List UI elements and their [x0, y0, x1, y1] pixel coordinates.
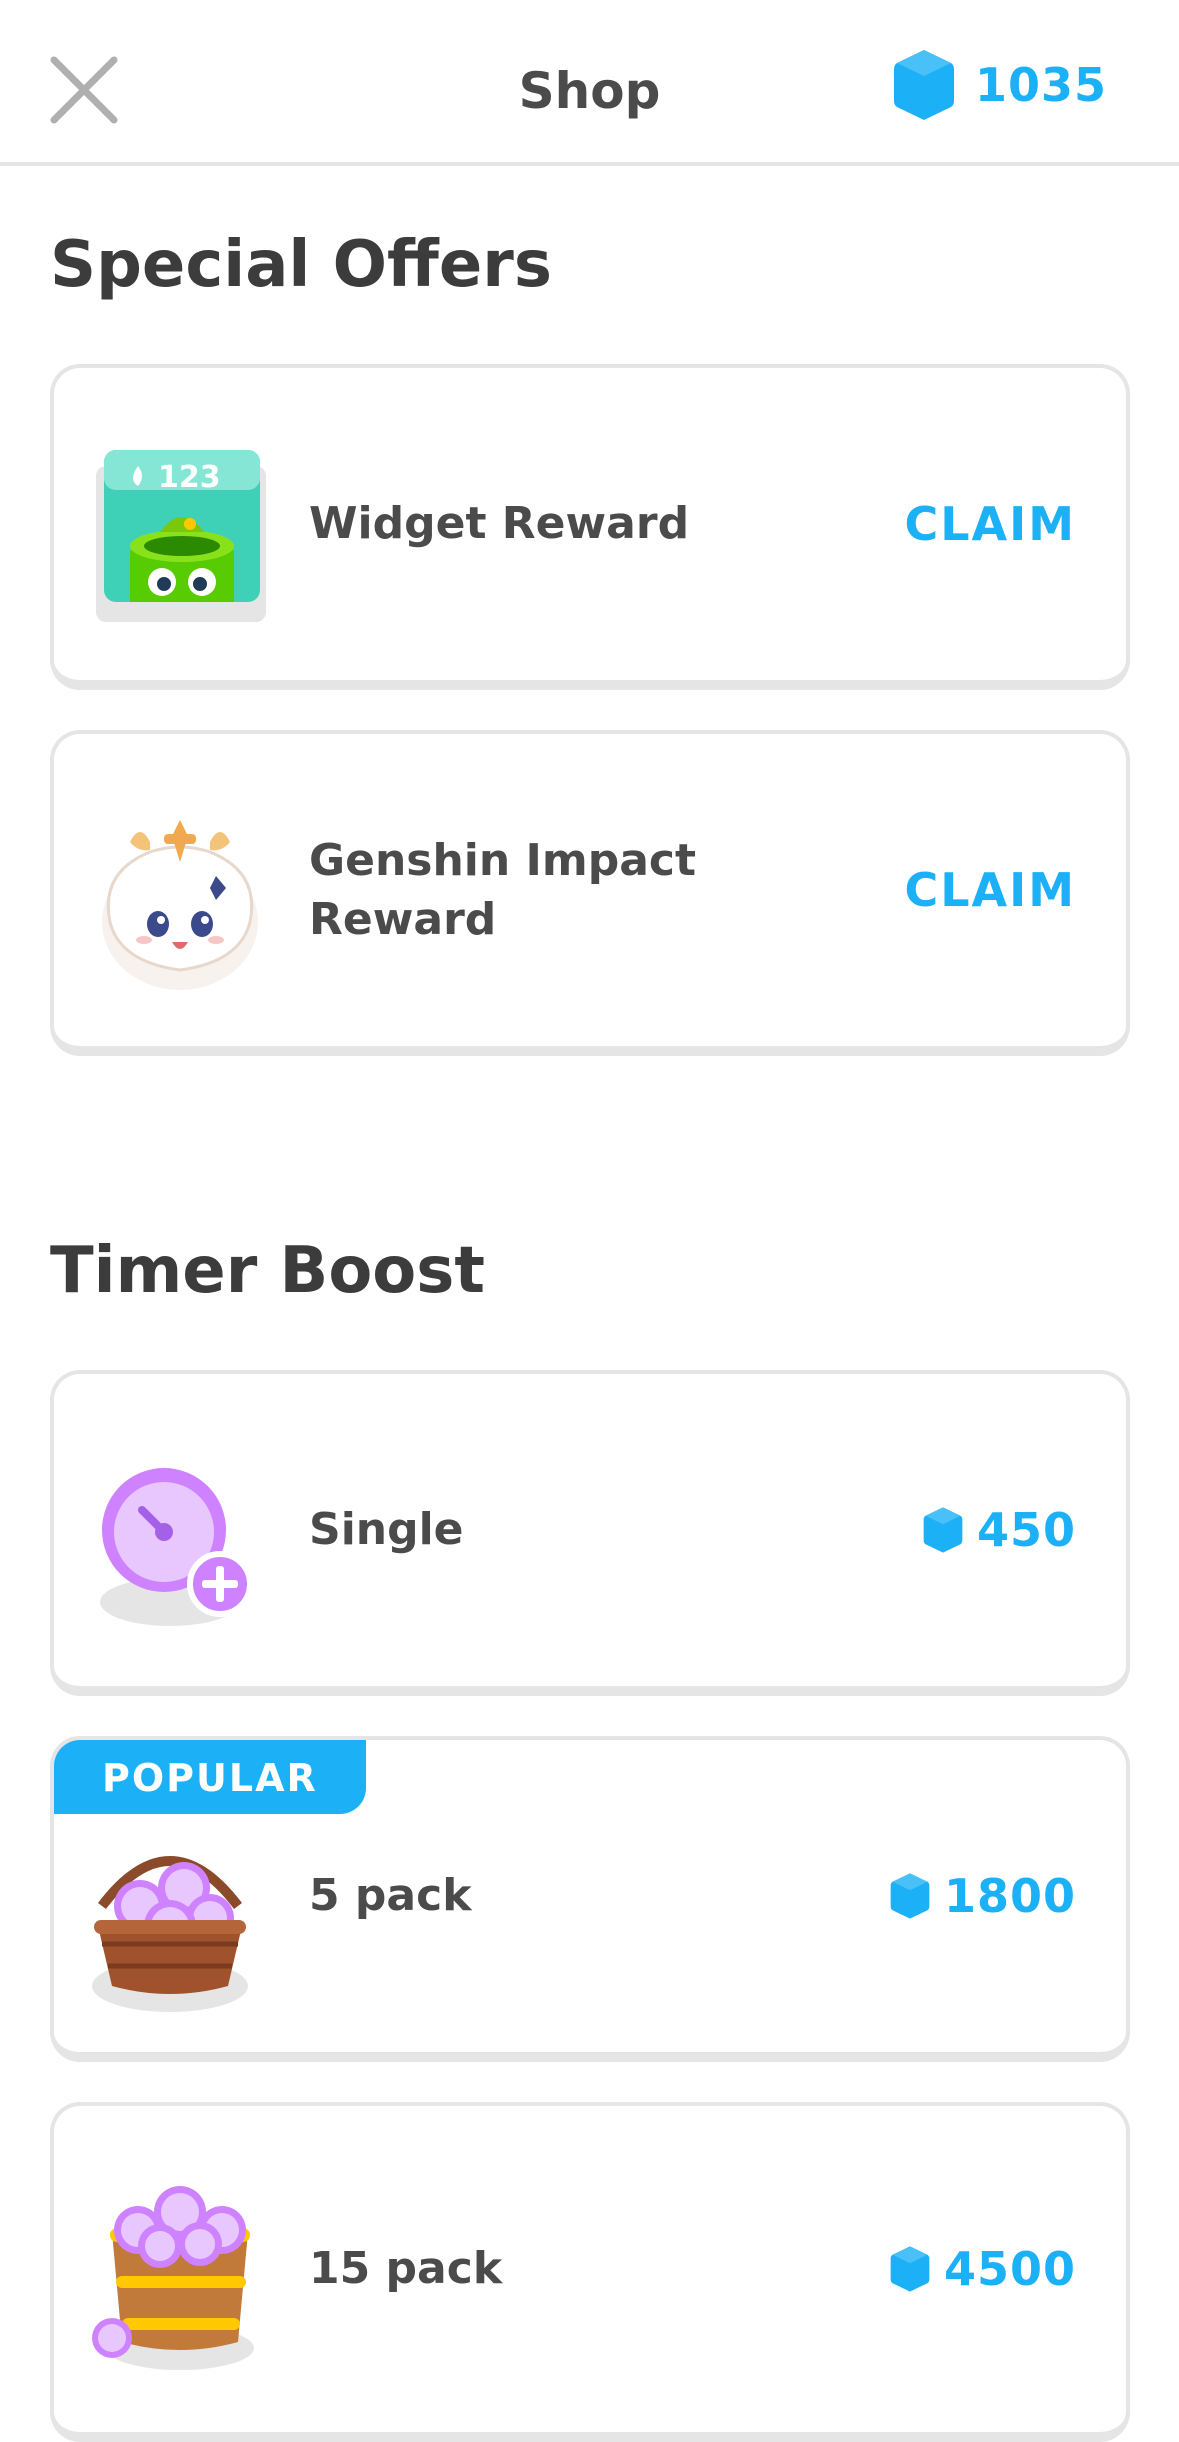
timer-5pack-icon [90, 1826, 270, 2012]
timer-5pack-price[interactable]: 1800 [890, 1740, 1076, 2052]
timer-boost-heading: Timer Boost [50, 1234, 485, 1308]
timer-15pack-price-value: 4500 [943, 2242, 1076, 2296]
timer-single-card[interactable]: Single 450 [50, 1370, 1130, 1696]
genshin-reward-label: Genshin Impact Reward [309, 834, 697, 945]
special-offers-heading: Special Offers [50, 228, 552, 302]
gem-icon [890, 1873, 930, 1919]
widget-reward-card[interactable]: 123 Widget Reward CLAIM [50, 364, 1130, 690]
genshin-reward-card[interactable]: Genshin Impact Reward CLAIM [50, 730, 1130, 1056]
top-bar: Shop 1035 [0, 0, 1179, 166]
genshin-reward-claim-button[interactable]: CLAIM [904, 734, 1076, 1046]
widget-reward-icon: 123 [90, 446, 270, 626]
gem-icon [893, 50, 954, 120]
timer-5pack-price-value: 1800 [943, 1869, 1076, 1923]
timer-15pack-label: 15 pack [309, 2243, 503, 2295]
timer-15pack-icon [90, 2172, 270, 2370]
timer-single-label: Single [309, 1504, 464, 1556]
timer-single-icon [90, 1452, 270, 1632]
gem-balance[interactable]: 1035 [893, 48, 1107, 122]
timer-single-price[interactable]: 450 [923, 1374, 1076, 1686]
widget-reward-label: Widget Reward [309, 498, 690, 550]
timer-single-price-value: 450 [976, 1503, 1076, 1557]
gem-icon [890, 2246, 930, 2292]
genshin-reward-icon [90, 812, 270, 992]
timer-5pack-card[interactable]: POPULAR 5 pack 1800 [50, 1736, 1130, 2062]
timer-15pack-card[interactable]: 15 pack 4500 [50, 2102, 1130, 2442]
widget-streak-text: 123 [158, 460, 221, 495]
timer-5pack-label: 5 pack [309, 1870, 472, 1922]
widget-reward-claim-button[interactable]: CLAIM [904, 368, 1076, 680]
gem-icon [923, 1507, 963, 1553]
timer-15pack-price[interactable]: 4500 [890, 2106, 1076, 2432]
gem-count: 1035 [974, 58, 1107, 112]
